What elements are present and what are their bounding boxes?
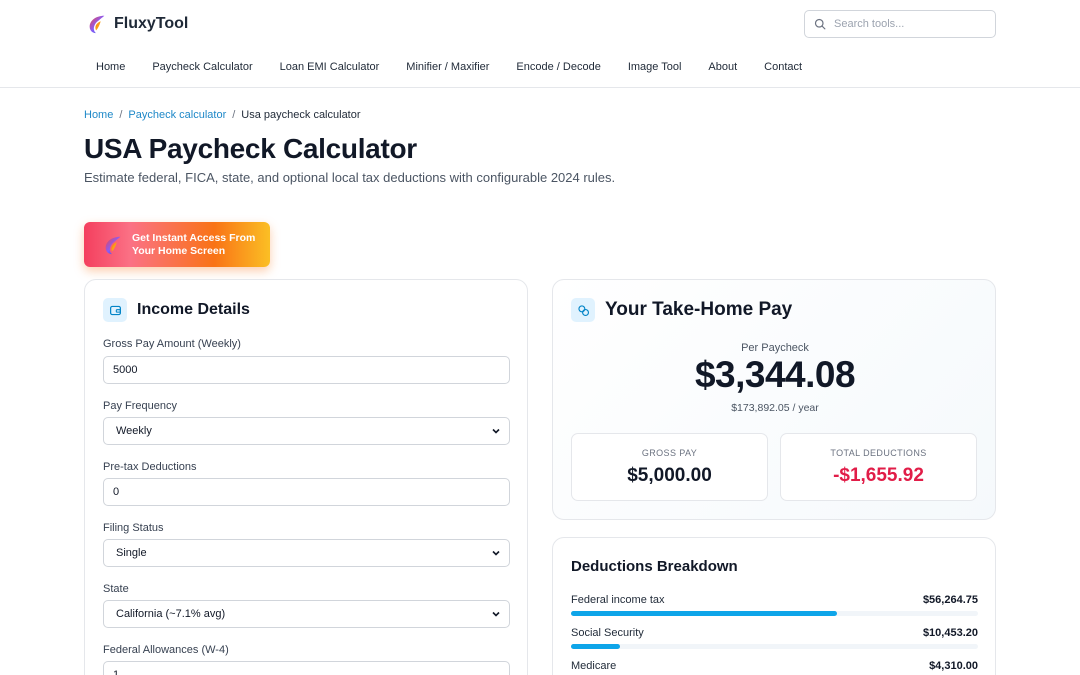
nav-home[interactable]: Home: [96, 61, 125, 73]
annual-take-home: $173,892.05 / year: [731, 402, 819, 414]
nav-image-tool[interactable]: Image Tool: [628, 61, 682, 73]
nav-loan-emi-calculator[interactable]: Loan EMI Calculator: [280, 61, 380, 73]
deduction-amount: $56,264.75: [922, 594, 978, 606]
main-nav: Home Paycheck Calculator Loan EMI Calcul…: [96, 61, 829, 73]
search-icon: [814, 18, 826, 30]
nav-paycheck-calculator[interactable]: Paycheck Calculator: [152, 61, 252, 73]
total-deductions-stat: TOTAL DEDUCTIONS -$1,655.92: [780, 433, 977, 501]
income-details-title: Income Details: [137, 301, 250, 318]
federal-allowances-value: 1: [113, 669, 120, 675]
nav-about[interactable]: About: [708, 61, 737, 73]
deduction-name: Medicare: [571, 660, 617, 672]
pretax-deductions-value: 0: [113, 486, 120, 498]
flame-logo-icon: [105, 236, 121, 254]
brand-logo[interactable]: FluxyTool: [86, 13, 188, 35]
flame-logo-icon: [89, 15, 105, 34]
gross-pay-stat-label: GROSS PAY: [641, 448, 698, 458]
pretax-deductions-input[interactable]: 0: [103, 478, 510, 506]
deduction-bar-fill: [571, 611, 838, 616]
site-header: FluxyTool Home Paycheck Calculator Loan …: [0, 0, 1080, 88]
federal-allowances-input[interactable]: 1: [103, 661, 510, 675]
install-app-label: Get Instant Access From Your Home Screen: [132, 231, 256, 257]
nav-minifier-maxifier[interactable]: Minifier / Maxifier: [406, 61, 489, 73]
pay-frequency-label: Pay Frequency: [103, 400, 177, 412]
pretax-deductions-label: Pre-tax Deductions: [103, 461, 197, 473]
page-subtitle: Estimate federal, FICA, state, and optio…: [84, 170, 616, 185]
state-value: California (~7.1% avg): [116, 608, 226, 620]
brand-name: FluxyTool: [114, 15, 189, 32]
per-paycheck-value: $3,344.08: [694, 354, 856, 395]
nav-encode-decode[interactable]: Encode / Decode: [516, 61, 600, 73]
pay-frequency-select[interactable]: Weekly: [103, 417, 510, 445]
filing-status-label: Filing Status: [103, 522, 164, 534]
breadcrumb-separator: /: [119, 109, 123, 121]
gross-pay-input[interactable]: 5000: [103, 356, 510, 384]
deductions-breakdown-title: Deductions Breakdown: [571, 558, 738, 575]
gross-pay-value: 5000: [113, 364, 138, 376]
page-title: USA Paycheck Calculator: [84, 133, 417, 164]
filing-status-select[interactable]: Single: [103, 539, 510, 567]
chevron-down-icon: [492, 550, 500, 556]
breadcrumb-home[interactable]: Home: [84, 109, 113, 121]
breadcrumb-paycheck[interactable]: Paycheck calculator: [128, 109, 226, 121]
deduction-amount: $10,453.20: [922, 627, 978, 639]
deduction-name: Social Security: [571, 627, 644, 639]
gross-pay-stat-value: $5,000.00: [627, 465, 712, 486]
deduction-bar-track: [571, 644, 978, 649]
breadcrumb-separator: /: [232, 109, 236, 121]
total-deductions-stat-value: -$1,655.92: [833, 465, 924, 486]
deduction-amount: $4,310.00: [929, 660, 978, 672]
search-box[interactable]: [804, 10, 996, 38]
install-app-button[interactable]: Get Instant Access From Your Home Screen: [84, 222, 270, 267]
chevron-down-icon: [492, 428, 500, 434]
search-input[interactable]: [834, 18, 984, 30]
pay-frequency-value: Weekly: [116, 425, 152, 437]
nav-contact[interactable]: Contact: [764, 61, 802, 73]
state-select[interactable]: California (~7.1% avg): [103, 600, 510, 628]
gross-pay-label: Gross Pay Amount (Weekly): [103, 338, 241, 350]
take-home-card: Your Take-Home Pay Per Paycheck $3,344.0…: [552, 279, 996, 520]
federal-allowances-label: Federal Allowances (W-4): [103, 644, 229, 656]
deduction-name: Federal income tax: [571, 594, 665, 606]
total-deductions-stat-label: TOTAL DEDUCTIONS: [830, 448, 927, 458]
chevron-down-icon: [492, 611, 500, 617]
income-details-card: Income Details Gross Pay Amount (Weekly)…: [84, 279, 528, 675]
state-label: State: [103, 583, 129, 595]
per-paycheck-label: Per Paycheck: [741, 342, 809, 354]
coins-icon: [571, 298, 595, 322]
filing-status-value: Single: [116, 547, 147, 559]
breadcrumb-current: Usa paycheck calculator: [241, 109, 361, 121]
deduction-bar-fill: [571, 644, 621, 649]
deductions-breakdown-card: Deductions Breakdown Federal income tax $…: [552, 537, 996, 675]
deduction-bar-track: [571, 611, 978, 616]
wallet-icon: [103, 298, 127, 322]
gross-pay-stat: GROSS PAY $5,000.00: [571, 433, 768, 501]
take-home-title: Your Take-Home Pay: [605, 299, 793, 320]
breadcrumb: Home / Paycheck calculator / Usa paychec…: [84, 109, 361, 121]
